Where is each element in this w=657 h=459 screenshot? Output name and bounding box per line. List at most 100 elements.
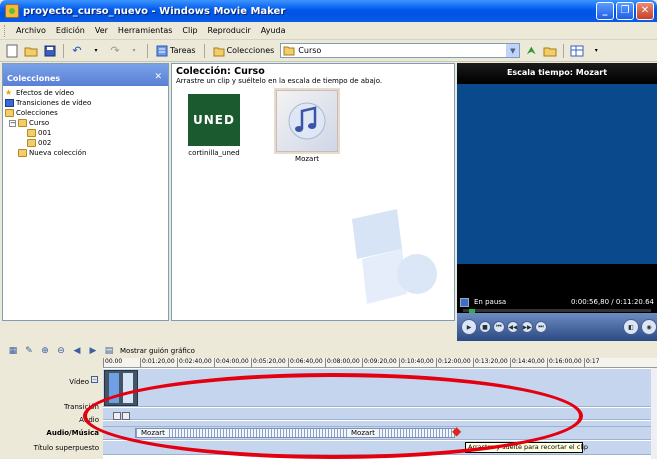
save-project-icon[interactable] — [42, 43, 58, 59]
storyboard-icon[interactable]: ▦ — [8, 346, 18, 356]
timeline-scrollbar[interactable] — [651, 368, 657, 459]
collections-panel: Colecciones ✕ ★ Efectos de vídeo Transic… — [2, 63, 169, 321]
tree-item-nueva-coleccion[interactable]: Nueva colección — [5, 148, 166, 158]
forward-icon[interactable]: ▶▶ — [521, 321, 533, 333]
clip-label: Mozart — [295, 155, 319, 163]
zoom-out-icon[interactable]: ⊖ — [56, 346, 66, 356]
tree-item-label: Efectos de vídeo — [16, 89, 75, 97]
up-folder-icon[interactable]: ⮝ — [523, 43, 539, 59]
ruler-tick: 0:04:00,00 — [214, 358, 251, 367]
collections-tree: ★ Efectos de vídeo Transiciones de vídeo… — [3, 86, 168, 160]
menu-edicion[interactable]: Edición — [51, 26, 90, 35]
transition-icon — [5, 99, 14, 107]
folder-icon — [283, 46, 295, 56]
star-icon: ★ — [5, 88, 13, 97]
show-storyboard-icon[interactable]: ▤ — [104, 346, 114, 356]
undo-dropdown-icon[interactable]: ▾ — [88, 43, 104, 59]
toolbar-separator — [147, 43, 148, 58]
menu-clip[interactable]: Clip — [177, 26, 202, 35]
track-label-audio-music: Audio/Música — [46, 429, 99, 437]
tree-item-label: 001 — [38, 129, 52, 137]
timeline-ruler[interactable]: 00.00 0:01:20,00 0:02:40,00 0:04:00,00 0… — [103, 358, 657, 368]
tree-item-002[interactable]: 002 — [5, 138, 166, 148]
tree-item-transiciones[interactable]: Transiciones de vídeo — [5, 98, 166, 108]
ruler-tick: 0:14:40,00 — [510, 358, 547, 367]
view-dropdown-icon[interactable]: ▾ — [588, 43, 604, 59]
close-button[interactable]: ✕ — [636, 2, 654, 20]
tree-item-curso[interactable]: − Curso — [5, 118, 166, 128]
view-icon[interactable] — [569, 43, 585, 59]
rewind-icon[interactable]: ◀◀ — [507, 321, 519, 333]
clip-thumbnail: UNED — [188, 94, 240, 146]
stop-icon[interactable]: ■ — [479, 321, 491, 333]
collection-select[interactable]: Curso ▼ — [280, 43, 521, 58]
collection-title: Colección: Curso — [176, 66, 265, 77]
tree-item-001[interactable]: 001 — [5, 128, 166, 138]
app-icon — [5, 4, 19, 18]
collapse-icon[interactable]: − — [9, 119, 16, 127]
ruler-tick: 0:09:20,00 — [362, 358, 399, 367]
chevron-down-icon[interactable]: ▼ — [506, 44, 520, 57]
show-storyboard-label[interactable]: Mostrar guión gráfico — [120, 347, 195, 355]
undo-icon[interactable]: ↶ — [69, 43, 85, 59]
tree-item-label: Transiciones de vídeo — [16, 99, 92, 107]
tasks-button[interactable]: Tareas — [153, 44, 199, 58]
clip-mozart[interactable]: Mozart — [272, 90, 342, 163]
folder-icon — [5, 109, 14, 117]
ruler-tick: 0:16:00,00 — [547, 358, 584, 367]
track-label-title-overlay: Título superpuesto — [33, 444, 99, 452]
menu-herramientas[interactable]: Herramientas — [113, 26, 178, 35]
timeline-toolbar: ▦ ✎ ⊕ ⊖ ◀ ▶ ▤ Mostrar guión gráfico — [0, 344, 657, 358]
redo-icon[interactable]: ↷ — [107, 43, 123, 59]
preview-title: Escala tiempo: Mozart — [457, 63, 657, 83]
next-frame-icon[interactable]: ⏭ — [535, 321, 547, 333]
rewind-timeline-icon[interactable]: ◀ — [72, 346, 82, 356]
previous-frame-icon[interactable]: ⏮ — [493, 321, 505, 333]
tree-item-colecciones[interactable]: Colecciones — [5, 108, 166, 118]
ruler-tick: 0:13:20,00 — [473, 358, 510, 367]
close-icon[interactable]: ✕ — [154, 72, 162, 82]
ruler-tick: 0:02:40,00 — [177, 358, 214, 367]
maximize-button[interactable]: ❐ — [616, 2, 634, 20]
tasks-label: Tareas — [170, 46, 196, 55]
toolbar-separator — [63, 43, 64, 58]
menu-ayuda[interactable]: Ayuda — [256, 26, 291, 35]
toolbar-separator — [563, 43, 565, 58]
new-project-icon[interactable] — [4, 43, 20, 59]
ruler-tick: 0:05:20,00 — [251, 358, 288, 367]
ruler-tick: 0:17 — [584, 358, 621, 367]
track-label-video: Vídeo — [69, 378, 89, 386]
play-icon[interactable]: ▶ — [461, 319, 477, 335]
redo-dropdown-icon[interactable]: ▾ — [126, 43, 142, 59]
tree-item-label: Colecciones — [16, 109, 58, 117]
new-folder-icon[interactable] — [542, 43, 558, 59]
ruler-tick: 0:10:40,00 — [399, 358, 436, 367]
minimize-button[interactable]: _ — [596, 2, 614, 20]
split-clip-icon[interactable]: ◧ — [623, 319, 639, 335]
snapshot-icon[interactable]: ◉ — [641, 319, 657, 335]
menu-ver[interactable]: Ver — [90, 26, 113, 35]
collections-button[interactable]: Colecciones — [210, 44, 278, 58]
monitor-icon — [460, 297, 469, 307]
collection-select-value: Curso — [298, 46, 322, 55]
window-controls: _ ❐ ✕ — [596, 2, 654, 20]
open-project-icon[interactable] — [23, 43, 39, 59]
menu-archivo[interactable]: Archivo — [11, 26, 51, 35]
movie-maker-watermark-icon — [352, 209, 437, 304]
folder-icon — [27, 129, 36, 137]
expand-icon[interactable]: − — [91, 376, 98, 383]
seek-bar[interactable] — [463, 307, 651, 314]
preview-monitor: Escala tiempo: Mozart En pausa 0:00:56,8… — [457, 63, 657, 341]
preview-status-bar: En pausa 0:00:56,80 / 0:11:20.64 — [457, 295, 657, 309]
menu-reproducir[interactable]: Reproducir — [203, 26, 256, 35]
play-timeline-icon[interactable]: ▶ — [88, 346, 98, 356]
highlight-annotation-oval — [83, 373, 583, 459]
zoom-in-icon[interactable]: ⊕ — [40, 346, 50, 356]
clip-cortinilla-uned[interactable]: UNED cortinilla_uned — [184, 94, 244, 157]
collection-subtitle: Arrastre un clip y suéltelo en la escala… — [176, 77, 383, 85]
tree-item-efectos[interactable]: ★ Efectos de vídeo — [5, 88, 166, 98]
collections-icon — [213, 47, 225, 56]
narrate-icon[interactable]: ✎ — [24, 346, 34, 356]
toolbar-separator — [203, 43, 205, 58]
ruler-tick: 0:12:00,00 — [436, 358, 473, 367]
